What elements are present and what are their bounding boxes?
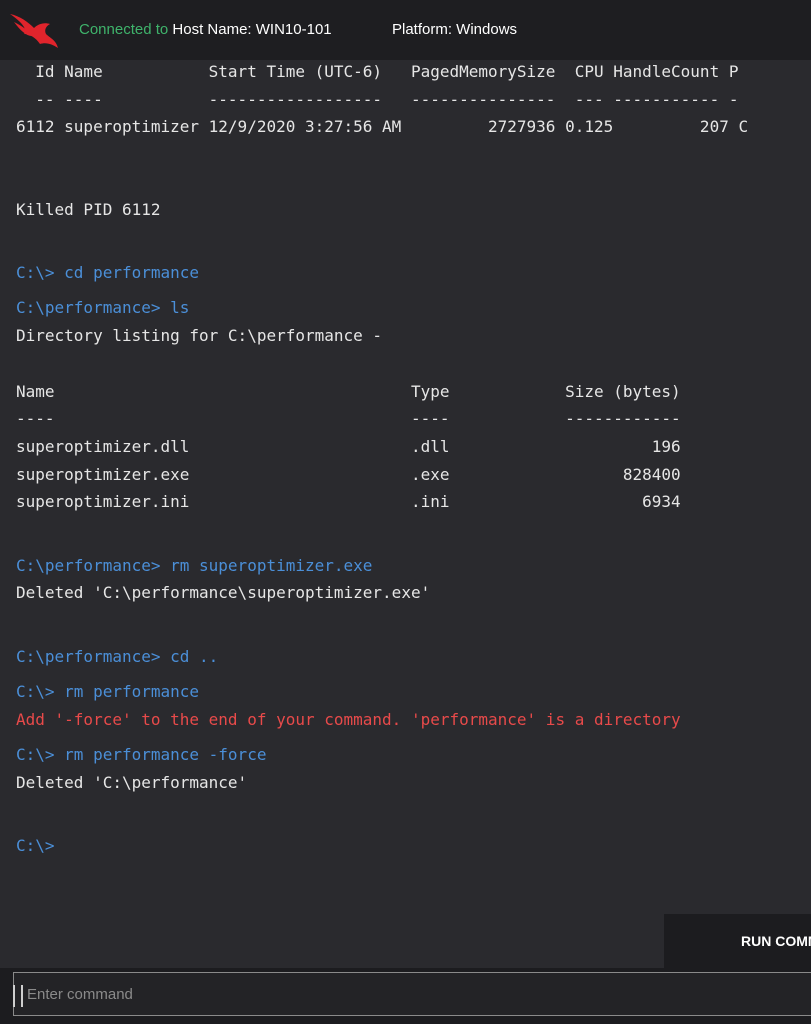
console-command: C:\performance> ls bbox=[16, 298, 190, 317]
console-line: 6112 superoptimizer 12/9/2020 3:27:56 AM… bbox=[16, 117, 749, 136]
console-command: C:\performance> cd .. bbox=[16, 647, 219, 666]
console-command: C:\> cd performance bbox=[16, 263, 200, 282]
console-command: C:\> rm performance -force bbox=[16, 745, 267, 764]
console-line: Deleted 'C:\performance\superoptimizer.e… bbox=[16, 583, 431, 602]
console-line: -- ---- ------------------ -------------… bbox=[16, 90, 739, 109]
console-command: C:\performance> rm superoptimizer.exe bbox=[16, 556, 373, 575]
run-command-button[interactable]: RUN COMMAND bbox=[664, 914, 811, 968]
console-line: superoptimizer.ini .ini 6934 bbox=[16, 492, 681, 511]
console-error: Add '-force' to the end of your command.… bbox=[16, 710, 681, 729]
command-input[interactable] bbox=[13, 972, 811, 1016]
console-line: ---- ---- ------------ bbox=[16, 409, 681, 428]
host-name: Host Name: WIN10-101 bbox=[172, 21, 332, 38]
console-line: Killed PID 6112 bbox=[16, 200, 161, 219]
console-line: Id Name Start Time (UTC-6) PagedMemorySi… bbox=[16, 62, 739, 81]
text-cursor-icon bbox=[13, 985, 23, 1007]
console-line: Directory listing for C:\performance - bbox=[16, 326, 383, 345]
session-header: Connected to Host Name: WIN10-101 Platfo… bbox=[0, 0, 811, 60]
console-prompt: C:\> bbox=[16, 836, 55, 855]
console-line: superoptimizer.dll .dll 196 bbox=[16, 437, 681, 456]
connection-status: Connected to Host Name: WIN10-101 bbox=[79, 21, 332, 38]
connected-label: Connected to bbox=[79, 21, 169, 38]
console-line: superoptimizer.exe .exe 828400 bbox=[16, 465, 681, 484]
console-output[interactable]: Id Name Start Time (UTC-6) PagedMemorySi… bbox=[0, 60, 811, 912]
console-command: C:\> rm performance bbox=[16, 682, 200, 701]
console-line: Name Type Size (bytes) bbox=[16, 382, 681, 401]
platform-label: Platform: Windows bbox=[392, 21, 518, 38]
falcon-logo-icon bbox=[10, 14, 58, 48]
console-line: Deleted 'C:\performance' bbox=[16, 773, 248, 792]
